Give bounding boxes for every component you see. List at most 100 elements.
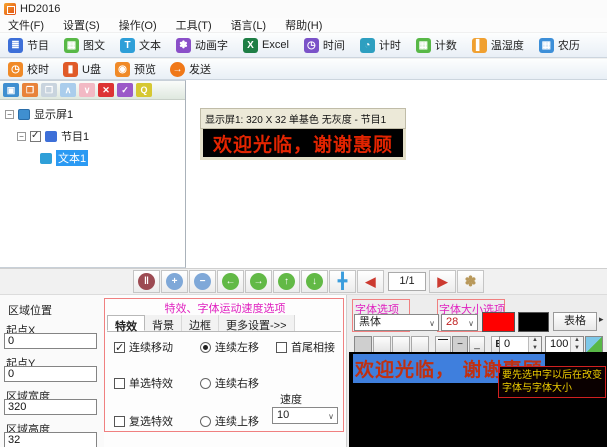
timer-label: 计时: [379, 37, 401, 53]
effects-tabs: 特效 背景 边框 更多设置->>: [107, 315, 341, 332]
program-label: 节目: [27, 37, 49, 53]
table-button[interactable]: 表格: [553, 312, 597, 331]
add-screen-icon[interactable]: ▣: [3, 83, 19, 97]
move-down-icon[interactable]: ∨: [79, 83, 95, 97]
time-button[interactable]: ◷ 时间: [304, 37, 345, 53]
menu-tools[interactable]: 工具(T): [176, 17, 212, 33]
program-button[interactable]: ≣ 节目: [8, 37, 49, 53]
move-up-icon[interactable]: ∧: [60, 83, 76, 97]
align-justify-button[interactable]: [411, 336, 429, 353]
zoom-icon[interactable]: Q: [136, 83, 152, 97]
tab-background[interactable]: 背景: [145, 315, 182, 331]
window-title: HD2016: [20, 3, 60, 15]
tab-border[interactable]: 边框: [182, 315, 219, 331]
tree-node-screen[interactable]: − 显示屏1: [5, 106, 73, 122]
collapse-icon[interactable]: −: [17, 132, 26, 141]
text-button[interactable]: T 文本: [120, 37, 161, 53]
excel-button[interactable]: X Excel: [243, 38, 289, 53]
background-color-swatch[interactable]: [518, 312, 549, 332]
lunar-calendar-button[interactable]: ▦ 农历: [539, 37, 580, 53]
move-down-button[interactable]: ↓: [301, 270, 328, 293]
temperature-button[interactable]: ▌ 温湿度: [472, 37, 524, 53]
temperature-icon: ▌: [472, 38, 487, 53]
region-height-input[interactable]: 32: [4, 432, 97, 447]
menu-operation[interactable]: 操作(O): [119, 17, 157, 33]
timer-button[interactable]: ◔ 计时: [360, 37, 401, 53]
pause-button[interactable]: ‖: [133, 270, 160, 293]
spinner-arrows-icon[interactable]: ▲▼: [528, 337, 541, 352]
text-node-label: 文本1: [56, 150, 88, 166]
zoom-out-button[interactable]: −: [189, 270, 216, 293]
multi-effect-checkbox[interactable]: 复选特效: [114, 413, 173, 429]
program-node-icon: [45, 131, 57, 142]
align-left-button[interactable]: [354, 336, 372, 353]
screen-preview[interactable]: 显示屏1: 320 X 32 单基色 无灰度 - 节目1 欢迎光临，谢谢惠顾: [200, 108, 406, 160]
font-color-swatch[interactable]: [482, 312, 515, 332]
program-checkbox[interactable]: [30, 131, 41, 142]
pictext-button[interactable]: ▦ 图文: [64, 37, 105, 53]
start-x-input[interactable]: 0: [4, 333, 97, 349]
time-label: 时间: [323, 37, 345, 53]
scroll-left-radio[interactable]: 连续左移: [200, 339, 259, 355]
zoom-in-button[interactable]: +: [161, 270, 188, 293]
text-editor[interactable]: 欢迎光临， 谢谢惠顾 要先选中字以后在改变 字体与字体大小: [349, 352, 607, 447]
page-indicator: 1/1: [388, 272, 426, 291]
preview-button[interactable]: ◉ 预览: [115, 61, 156, 77]
image-button[interactable]: [585, 336, 603, 353]
excel-icon: X: [243, 38, 258, 53]
menu-help[interactable]: 帮助(H): [285, 17, 322, 33]
start-y-input[interactable]: 0: [4, 366, 97, 382]
valign-middle-button[interactable]: −: [452, 336, 468, 353]
menu-settings[interactable]: 设置(S): [63, 17, 100, 33]
align-right-button[interactable]: [392, 336, 410, 353]
single-effect-checkbox[interactable]: 单选特效: [114, 375, 173, 391]
copy-icon[interactable]: ❐: [22, 83, 38, 97]
continuous-move-checkbox[interactable]: 连续移动: [114, 339, 173, 355]
speed-select[interactable]: 10: [272, 407, 338, 424]
usb-button[interactable]: ▮ U盘: [63, 61, 101, 77]
prev-page-button[interactable]: ◀: [357, 270, 384, 293]
lunar-calendar-label: 农历: [558, 37, 580, 53]
arrow-left-icon: ←: [222, 273, 239, 290]
move-free-button[interactable]: ╋: [329, 270, 356, 293]
scroll-up-radio[interactable]: 连续上移: [200, 413, 259, 429]
move-left-button[interactable]: ←: [217, 270, 244, 293]
scroll-right-radio[interactable]: 连续右移: [200, 375, 259, 391]
next-page-button[interactable]: ▶: [429, 270, 456, 293]
time-sync-button[interactable]: ◷ 校时: [8, 61, 49, 77]
settings-button[interactable]: ✽: [457, 270, 484, 293]
screen-node-label: 显示屏1: [34, 106, 73, 122]
font-size-select[interactable]: 28: [441, 314, 478, 331]
menu-language[interactable]: 语言(L): [231, 17, 266, 33]
led-display[interactable]: 欢迎光临，谢谢惠顾: [200, 129, 406, 160]
spacing-spinner[interactable]: 0 ▲▼: [499, 336, 542, 353]
align-center-button[interactable]: [373, 336, 391, 353]
checkbox-icon: [114, 416, 125, 427]
design-canvas[interactable]: 显示屏1: 320 X 32 单基色 无灰度 - 节目1 欢迎光临，谢谢惠顾: [187, 80, 607, 268]
region-width-input[interactable]: 320: [4, 399, 97, 415]
apply-check-icon[interactable]: ✓: [117, 83, 133, 97]
head-tail-checkbox[interactable]: 首尾相接: [276, 339, 335, 355]
tab-more-settings[interactable]: 更多设置->>: [219, 315, 295, 331]
counter-button[interactable]: ▦ 计数: [416, 37, 457, 53]
counter-icon: ▦: [416, 38, 431, 53]
arrow-up-icon: ↑: [278, 273, 295, 290]
move-up-button[interactable]: ↑: [273, 270, 300, 293]
paste-icon[interactable]: ❐: [41, 83, 57, 97]
menu-file[interactable]: 文件(F): [8, 17, 44, 33]
valign-top-button[interactable]: ⎺: [435, 336, 451, 353]
font-family-select[interactable]: 黑体: [354, 314, 439, 331]
tree-node-program[interactable]: − 节目1: [17, 128, 89, 144]
send-button[interactable]: → 发送: [170, 61, 211, 77]
tree-node-text[interactable]: 文本1: [40, 150, 88, 166]
move-right-button[interactable]: →: [245, 270, 272, 293]
scale-spinner[interactable]: 100 ▲▼: [545, 336, 584, 353]
table-arrow-icon[interactable]: ▸: [599, 314, 604, 325]
valign-bottom-button[interactable]: _: [469, 336, 485, 353]
title-bar: HD2016: [0, 0, 607, 18]
collapse-icon[interactable]: −: [5, 110, 14, 119]
animation-button[interactable]: ✽ 动画字: [176, 37, 228, 53]
spinner-arrows-icon[interactable]: ▲▼: [570, 337, 583, 352]
delete-icon[interactable]: ✕: [98, 83, 114, 97]
tab-effects[interactable]: 特效: [107, 315, 145, 331]
